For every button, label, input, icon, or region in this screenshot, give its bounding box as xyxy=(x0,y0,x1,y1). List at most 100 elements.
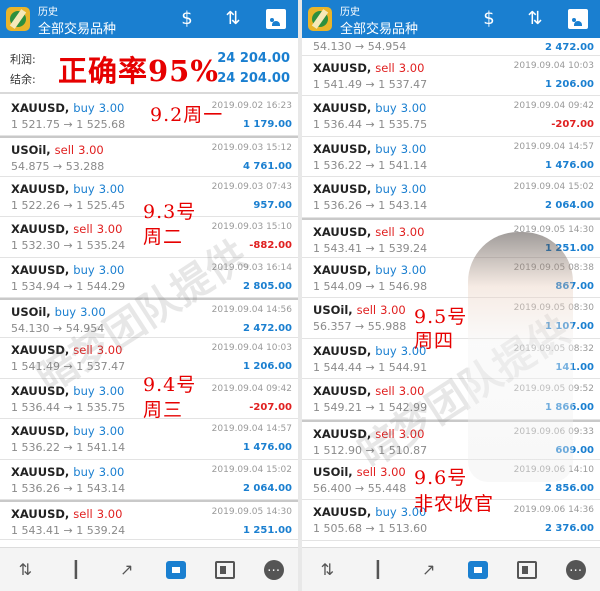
order-profit: 1 251.00 xyxy=(242,524,292,536)
list-item[interactable]: XAUUSD, sell 3.00 1 549.21 → 1 542.99 2019… xyxy=(302,379,600,420)
app-header: 历史 全部交易品种 $ ⇅ xyxy=(0,0,298,38)
order-time: 2019.09.05 08:32 xyxy=(513,343,594,354)
history-icon[interactable] xyxy=(166,560,187,579)
calendar-icon[interactable] xyxy=(266,6,292,32)
order-symbol: USOil, sell 3.00 xyxy=(313,303,406,318)
order-symbol: XAUUSD, sell 3.00 xyxy=(313,426,425,441)
trade-icon[interactable]: ↗ xyxy=(116,559,138,581)
list-item[interactable]: XAUUSD, buy 3.00 1 534.94 → 1 544.29 2019.… xyxy=(0,257,298,298)
annotation-thu-date: 9.5号 xyxy=(414,306,468,328)
list-item[interactable]: XAUUSD, buy 3.00 1 536.26 → 1 543.14 2019.… xyxy=(302,177,600,218)
list-item-partial[interactable]: 54.130 → 54.954 2 472.00 xyxy=(302,38,600,56)
order-prices: 56.400 → 55.448 xyxy=(313,481,407,495)
order-prices: 1 522.26 → 1 525.45 xyxy=(11,198,126,212)
header-subtitle: 历史 xyxy=(340,7,360,18)
order-time: 2019.09.04 15:02 xyxy=(513,182,594,193)
order-prices: 1 536.44 → 1 535.75 xyxy=(11,400,126,414)
list-item[interactable]: XAUUSD, buy 3.00 1 536.22 → 1 541.14 2019.… xyxy=(0,419,298,460)
left-screen: 历史 全部交易品种 $ ⇅ 利润: 24 204.00 结余: 24 204.0… xyxy=(0,0,298,591)
order-profit: 957.00 xyxy=(253,199,292,211)
order-symbol: XAUUSD, buy 3.00 xyxy=(11,101,125,115)
list-item[interactable]: XAUUSD, buy 3.00 1 536.22 → 1 541.14 2019.… xyxy=(302,136,600,178)
currency-filter-icon[interactable]: $ xyxy=(476,6,502,32)
chart-icon[interactable]: ┃ xyxy=(367,559,389,581)
list-item[interactable]: XAUUSD, buy 3.00 1 544.09 → 1 546.98 2019.… xyxy=(302,257,600,299)
list-item[interactable]: XAUUSD, buy 3.00 1 521.75 → 1 525.68 2019.… xyxy=(0,96,298,137)
order-prices: 1 544.09 → 1 546.98 xyxy=(313,279,428,293)
symbol-name: XAUUSD xyxy=(313,182,367,197)
order-volume: 3.00 xyxy=(400,182,427,197)
order-time: 2019.09.06 09:33 xyxy=(513,426,594,437)
history-icon[interactable] xyxy=(468,560,489,579)
order-prices: 1 536.22 → 1 541.14 xyxy=(313,158,428,172)
list-item[interactable]: XAUUSD, sell 3.00 1 541.49 → 1 537.47 2019… xyxy=(0,338,298,379)
chat-icon[interactable]: … xyxy=(263,559,284,580)
symbol-name: XAUUSD xyxy=(11,506,65,521)
quotes-icon[interactable]: ⇅ xyxy=(14,559,36,581)
order-prices: 1 536.26 → 1 543.14 xyxy=(11,481,126,495)
order-symbol: XAUUSD, sell 3.00 xyxy=(313,384,425,399)
order-profit: 1 206.00 xyxy=(544,79,594,90)
app-header: 历史 全部交易品种 $ ⇅ xyxy=(302,0,600,38)
order-symbol: XAUUSD, buy 3.00 xyxy=(313,101,427,116)
order-side: buy xyxy=(375,262,397,277)
order-side: sell xyxy=(73,343,93,358)
order-volume: 3.00 xyxy=(400,101,427,116)
list-item[interactable]: XAUUSD, sell 3.00 1 543.41 → 1 539.24 2019… xyxy=(0,499,298,541)
order-prices: 54.130 → 54.954 xyxy=(313,40,407,53)
list-item[interactable]: USOil, buy 3.00 54.130 → 54.954 2019.09.04… xyxy=(0,297,298,339)
list-item[interactable]: XAUUSD, sell 3.00 1 512.90 → 1 510.87 2019… xyxy=(302,419,600,460)
order-volume: 3.00 xyxy=(400,141,427,156)
order-volume: 3.00 xyxy=(98,101,125,115)
list-item[interactable]: XAUUSD, buy 3.00 1 536.44 → 1 535.75 2019.… xyxy=(302,96,600,137)
sort-icon[interactable]: ⇅ xyxy=(220,6,246,32)
symbol-name: XAUUSD xyxy=(313,426,367,441)
symbol-name: XAUUSD xyxy=(313,262,367,277)
symbol-name: USOil xyxy=(11,143,47,158)
order-side: buy xyxy=(375,182,397,197)
list-item[interactable]: XAUUSD, sell 3.00 1 543.41 → 1 539.24 2019… xyxy=(302,217,600,258)
order-side: sell xyxy=(73,506,93,521)
order-profit: 2 376.00 xyxy=(544,523,594,535)
calendar-icon[interactable] xyxy=(568,6,594,32)
annotation-tue-day: 周二 xyxy=(143,226,184,248)
order-symbol: XAUUSD, buy 3.00 xyxy=(11,424,125,439)
order-side: sell xyxy=(54,143,75,158)
order-history-list: XAUUSD, buy 3.00 1 521.75 → 1 525.68 2019.… xyxy=(0,96,298,541)
order-side: buy xyxy=(73,464,95,479)
order-volume: 3.00 xyxy=(96,506,123,521)
order-volume: 3.00 xyxy=(398,224,425,239)
list-item[interactable]: USOil, sell 3.00 54.875 → 53.288 2019.09.0… xyxy=(0,136,298,177)
symbol-name: XAUUSD xyxy=(313,384,367,399)
order-side: sell xyxy=(375,224,395,239)
currency-filter-icon[interactable]: $ xyxy=(174,6,200,32)
order-volume: 3.00 xyxy=(398,426,425,441)
order-prices: 1 543.41 → 1 539.24 xyxy=(11,523,126,537)
order-symbol: XAUUSD, buy 3.00 xyxy=(11,181,125,196)
order-time: 2019.09.04 15:02 xyxy=(211,464,292,475)
annotation-thu-day: 周四 xyxy=(414,330,455,352)
list-item[interactable]: XAUUSD, sell 3.00 1 541.49 → 1 537.47 2019… xyxy=(302,56,600,97)
news-icon[interactable] xyxy=(516,560,537,579)
order-prices: 1 536.26 → 1 543.14 xyxy=(313,199,428,213)
list-item[interactable]: XAUUSD, buy 3.00 1 536.26 → 1 543.14 2019.… xyxy=(0,459,298,500)
order-volume: 3.00 xyxy=(98,262,125,277)
order-profit: 2 805.00 xyxy=(242,280,292,292)
sort-icon[interactable]: ⇅ xyxy=(522,6,548,32)
app-logo-icon[interactable] xyxy=(308,7,332,31)
quotes-icon[interactable]: ⇅ xyxy=(316,559,338,581)
order-time: 2019.09.05 14:30 xyxy=(211,506,292,517)
annotation-fri-date: 9.6号 xyxy=(414,467,468,489)
symbol-name: XAUUSD xyxy=(313,61,367,75)
balance-label: 结余: xyxy=(10,73,36,86)
order-time: 2019.09.06 14:10 xyxy=(513,464,594,475)
order-time: 2019.09.04 09:42 xyxy=(513,101,594,112)
news-icon[interactable] xyxy=(214,560,235,579)
chart-icon[interactable]: ┃ xyxy=(65,559,87,581)
chat-icon[interactable]: … xyxy=(565,559,586,580)
trade-icon[interactable]: ↗ xyxy=(418,559,440,581)
order-time: 2019.09.04 10:03 xyxy=(211,343,292,354)
order-symbol: XAUUSD, buy 3.00 xyxy=(313,182,427,197)
order-time: 2019.09.04 14:56 xyxy=(211,304,292,315)
app-logo-icon[interactable] xyxy=(6,7,30,31)
